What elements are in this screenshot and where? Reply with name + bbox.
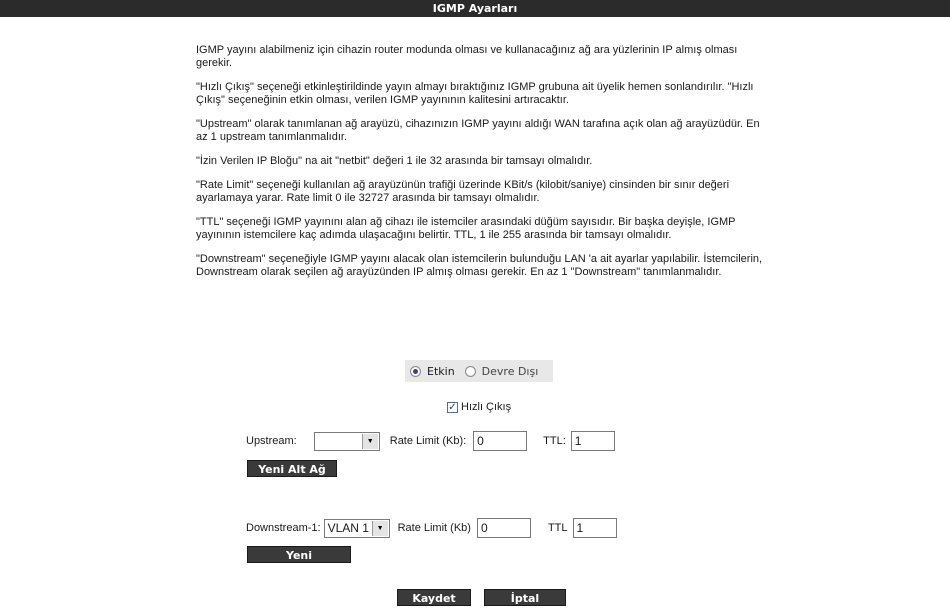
mode-disabled-option[interactable]: Devre Dışı bbox=[464, 364, 539, 378]
upstream-ttl-input[interactable]: 1 bbox=[570, 431, 615, 451]
info-text: IGMP yayını alabilmeniz için cihazin rou… bbox=[196, 44, 766, 290]
quick-exit-checkbox[interactable]: ✓ bbox=[447, 401, 458, 413]
quick-exit-label: Hızlı Çıkış bbox=[461, 401, 512, 413]
info-paragraph: "Rate Limit" seçeneği kullanılan ağ aray… bbox=[196, 179, 730, 204]
upstream-row: Upstream: ▼ Rate Limit (Kb): 0 TTL: 1 bbox=[246, 431, 615, 451]
downstream-ttl-label: TTL bbox=[547, 522, 568, 534]
disabled-label: Devre Dışı bbox=[481, 364, 539, 378]
upstream-rate-limit-input[interactable]: 0 bbox=[473, 431, 528, 451]
info-paragraph: "İzin Verilen IP Bloğu" na ait "netbit" … bbox=[196, 155, 593, 167]
upstream-select[interactable]: ▼ bbox=[313, 431, 380, 451]
info-paragraph: "Downstream" seçeneğiyle IGMP yayını ala… bbox=[196, 253, 763, 278]
downstream-label: Downstream-1: bbox=[246, 522, 321, 534]
upstream-rate-limit-label: Rate Limit (Kb): bbox=[389, 435, 467, 447]
downstream-ttl-input[interactable]: 1 bbox=[572, 518, 617, 538]
save-button[interactable]: Kaydet bbox=[397, 589, 471, 606]
downstream-row: Downstream-1: VLAN 1 ▼ Rate Limit (Kb) 0… bbox=[246, 518, 617, 538]
downstream-select-value: VLAN 1 bbox=[327, 521, 369, 535]
info-paragraph: "TTL" seçeneği IGMP yayınını alan ağ cih… bbox=[196, 216, 736, 241]
enabled-label: Etkin bbox=[427, 364, 455, 378]
new-downstream-button[interactable]: Yeni Downstream bbox=[247, 546, 351, 579]
info-paragraph: "Hızlı Çıkış" seçeneği etkinleştirildind… bbox=[196, 81, 754, 106]
igmp-mode-group: Etkin Devre Dışı bbox=[405, 360, 553, 382]
chevron-down-icon[interactable]: ▼ bbox=[371, 520, 388, 536]
info-paragraph: "Upstream" olarak tanımlanan ağ arayüzü,… bbox=[196, 118, 760, 143]
mode-enabled-option[interactable]: Etkin bbox=[410, 365, 455, 378]
downstream-rate-limit-input[interactable]: 0 bbox=[476, 518, 531, 538]
upstream-ttl-label: TTL: bbox=[543, 435, 566, 447]
quick-exit-option[interactable]: ✓ Hızlı Çıkış bbox=[447, 401, 511, 413]
new-subnet-button[interactable]: Yeni Alt Ağ bbox=[247, 460, 337, 477]
downstream-rate-limit-label: Rate Limit (Kb) bbox=[397, 522, 471, 534]
upstream-label: Upstream: bbox=[246, 435, 297, 447]
cancel-button[interactable]: İptal bbox=[484, 589, 566, 606]
downstream-select[interactable]: VLAN 1 ▼ bbox=[323, 518, 390, 538]
disabled-radio[interactable] bbox=[464, 365, 476, 377]
info-paragraph: IGMP yayını alabilmeniz için cihazin rou… bbox=[196, 44, 738, 69]
enabled-radio[interactable] bbox=[410, 365, 421, 377]
chevron-down-icon[interactable]: ▼ bbox=[361, 433, 378, 449]
page-title: IGMP Ayarları bbox=[0, 0, 950, 17]
